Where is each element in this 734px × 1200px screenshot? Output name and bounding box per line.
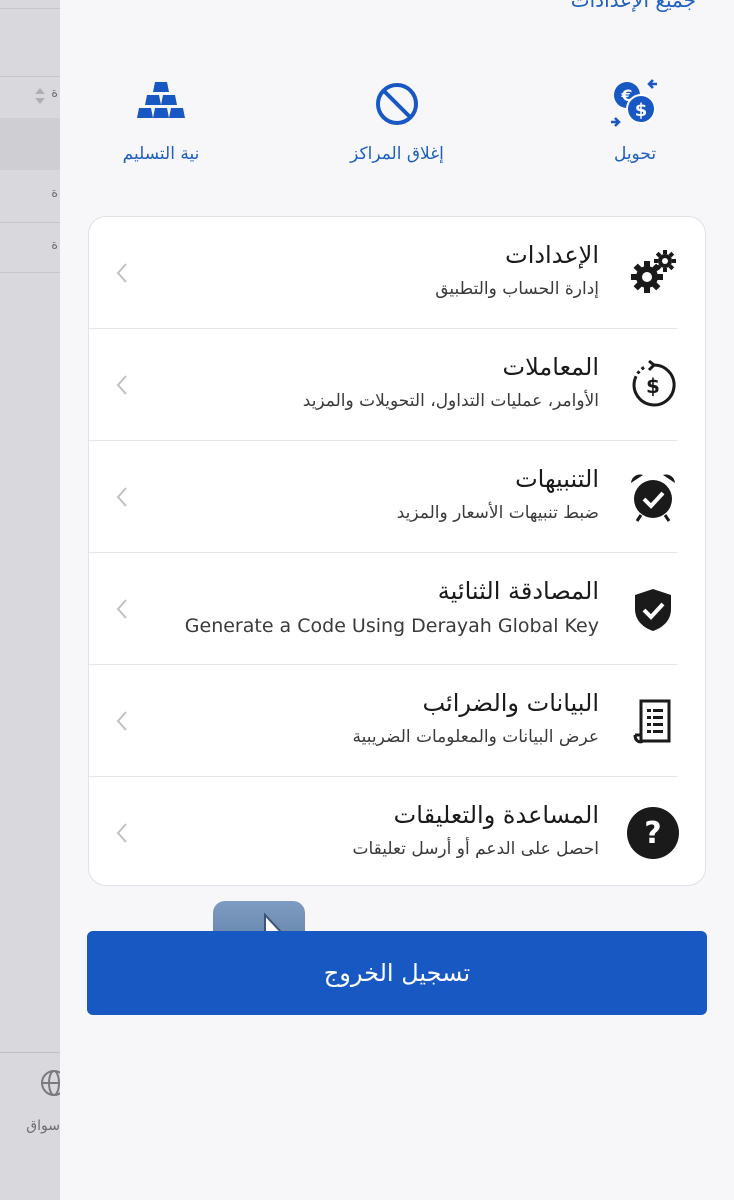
menu-item-subtitle: Generate a Code Using Derayah Global Key (184, 615, 599, 637)
chevron-left-icon (116, 487, 127, 507)
menu-item-settings[interactable]: الإعدادات إدارة الحساب والتطبيق (89, 217, 705, 329)
menu-item-title: الإعدادات (505, 241, 599, 269)
background-divider (0, 8, 60, 9)
background-tabbar-divider (0, 1052, 60, 1053)
markets-tab-label: سواق (26, 1118, 60, 1134)
chevron-left-icon (116, 375, 127, 395)
chevron-left-icon (116, 263, 127, 283)
help-icon: ? (627, 807, 679, 859)
transaction-history-icon: $ (632, 359, 676, 407)
menu-item-subtitle: ضبط تنبيهات الأسعار والمزيد (396, 503, 599, 523)
menu-item-title: التنبيهات (515, 465, 599, 493)
menu-item-transactions[interactable]: $ المعاملات الأوامر، عمليات التداول، الت… (89, 329, 705, 441)
svg-text:$: $ (635, 100, 648, 121)
chevron-left-icon (116, 711, 127, 731)
background-divider (0, 272, 60, 273)
all-settings-link[interactable]: جميع الإعدادات (571, 0, 696, 12)
document-icon (633, 699, 671, 744)
background-header-band (0, 118, 60, 170)
menu-item-subtitle: إدارة الحساب والتطبيق (435, 279, 599, 299)
menu-item-title: المصادقة الثنائية (437, 577, 599, 605)
quick-action-label: تحويل (613, 144, 657, 164)
menu-item-two-factor[interactable]: المصادقة الثنائية Generate a Code Using … (89, 553, 705, 665)
quick-action-label: نية التسليم (122, 144, 200, 164)
alarm-clock-icon (631, 474, 675, 522)
menu-item-help-feedback[interactable]: ? المساعدة والتعليقات احصل على الدعم أو … (89, 777, 705, 889)
background-column-label: ة (51, 86, 58, 101)
svg-text:?: ? (644, 816, 661, 851)
sort-icon (35, 88, 45, 104)
background-row-text: ة (51, 186, 58, 201)
menu-item-title: المعاملات (502, 353, 599, 381)
menu-item-subtitle: الأوامر، عمليات التداول، التحويلات والمز… (302, 391, 599, 411)
menu-item-title: المساعدة والتعليقات (393, 801, 599, 829)
background-divider (0, 76, 60, 77)
menu-card: الإعدادات إدارة الحساب والتطبيق $ المعام… (88, 216, 706, 993)
menu-item-subtitle: احصل على الدعم أو أرسل تعليقات (352, 839, 599, 859)
quick-action-delivery-intent[interactable]: نية التسليم (76, 78, 246, 164)
background-divider (0, 222, 60, 223)
menu-item-statements-tax[interactable]: البيانات والضرائب عرض البيانات والمعلوما… (89, 665, 705, 777)
chevron-left-icon (116, 599, 127, 619)
svg-text:$: $ (646, 374, 660, 398)
menu-item-subtitle: عرض البيانات والمعلومات الضريبية (352, 727, 599, 747)
quick-action-label: إغلاق المراكز (350, 144, 444, 164)
menu-item-title: البيانات والضرائب (422, 689, 599, 717)
gears-icon (631, 250, 676, 293)
block-icon (376, 83, 418, 125)
logout-button[interactable]: تسجيل الخروج (87, 931, 707, 1015)
side-drawer: جميع الإعدادات € $ تحويل إغلاق المراكز ن… (60, 0, 734, 1200)
menu-item-alerts[interactable]: التنبيهات ضبط تنبيهات الأسعار والمزيد (89, 441, 705, 553)
background-app: ة ة ة سواق (0, 0, 64, 1200)
shield-check-icon (635, 589, 671, 631)
chevron-left-icon (116, 823, 127, 843)
currency-exchange-icon: € $ (611, 79, 657, 127)
gold-bars-icon (137, 82, 185, 118)
quick-action-close-positions[interactable]: إغلاق المراكز (312, 78, 482, 164)
quick-action-transfer[interactable]: € $ تحويل (550, 78, 720, 164)
background-row-text: ة (51, 238, 58, 253)
